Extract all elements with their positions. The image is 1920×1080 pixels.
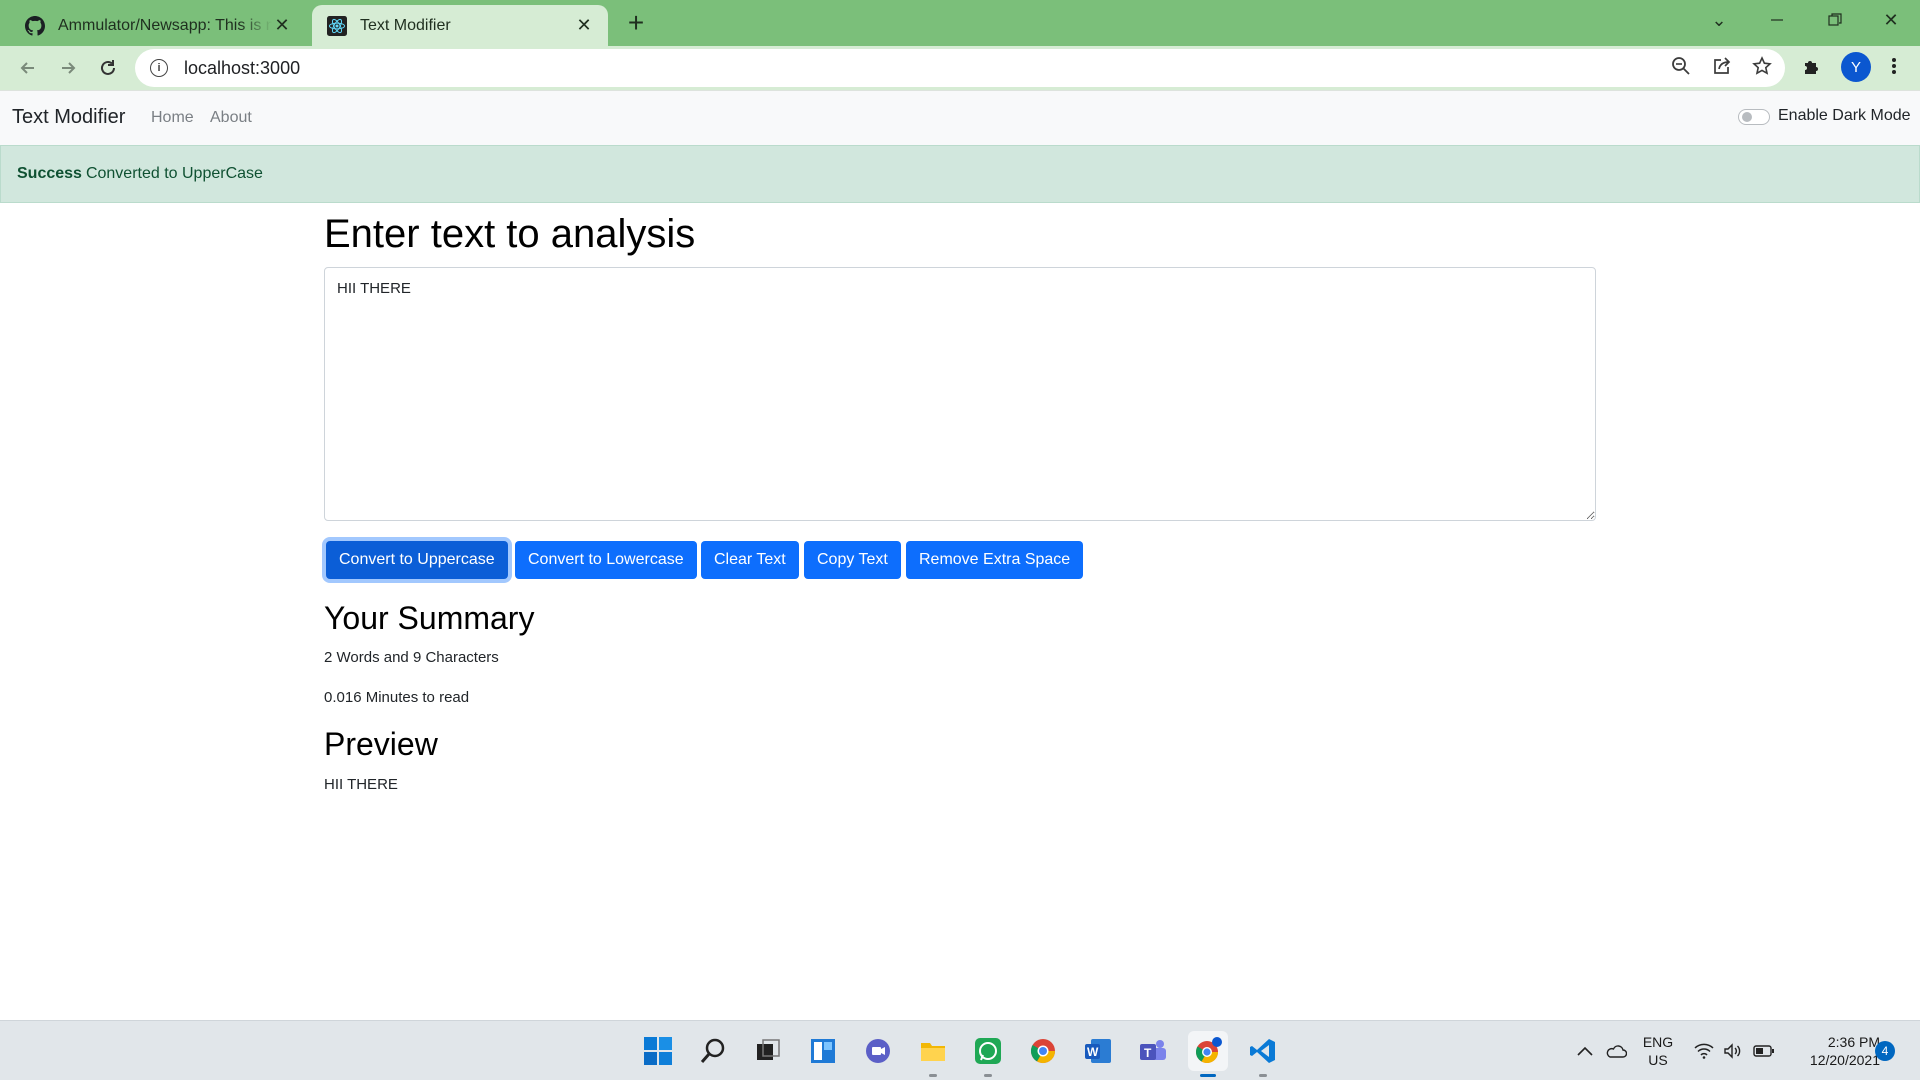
convert-uppercase-button[interactable]: Convert to Uppercase: [326, 541, 508, 579]
reload-icon[interactable]: [92, 52, 124, 84]
navbar-brand[interactable]: Text Modifier: [12, 106, 125, 129]
input-language[interactable]: ENG US: [1640, 1033, 1676, 1069]
system-clock[interactable]: 2:36 PM 12/20/2021: [1790, 1033, 1880, 1069]
region-code: US: [1648, 1052, 1668, 1068]
onedrive-cloud-icon[interactable]: [1604, 1021, 1628, 1080]
copy-text-button[interactable]: Copy Text: [804, 541, 901, 579]
menu-kebab-icon[interactable]: [1883, 55, 1905, 77]
forward-icon[interactable]: [52, 52, 84, 84]
nav-link-about[interactable]: About: [210, 109, 252, 127]
running-indicator: [1259, 1074, 1267, 1077]
chrome-profile-icon[interactable]: [1188, 1031, 1228, 1077]
running-indicator: [984, 1074, 992, 1077]
summary-counts: 2 Words and 9 Characters: [324, 649, 499, 666]
github-icon: [24, 15, 46, 37]
show-hidden-icons-chevron-icon[interactable]: [1574, 1021, 1596, 1080]
start-icon[interactable]: [638, 1031, 678, 1071]
vscode-icon[interactable]: [1243, 1031, 1283, 1077]
tab-title: Ammulator/Newsapp: This is new: [58, 16, 272, 34]
page-title: Enter text to analysis: [324, 212, 696, 256]
svg-text:W: W: [1087, 1045, 1099, 1059]
convert-lowercase-button[interactable]: Convert to Lowercase: [515, 541, 697, 579]
new-tab-button[interactable]: +: [620, 8, 652, 40]
app-navbar: Text Modifier Home About Enable Dark Mod…: [0, 90, 1920, 145]
clock-date: 12/20/2021: [1809, 1052, 1880, 1068]
tab-newsapp[interactable]: Ammulator/Newsapp: This is new ✕: [10, 5, 306, 46]
site-info-icon[interactable]: i: [150, 59, 168, 77]
close-tab-icon[interactable]: ✕: [272, 15, 292, 36]
wifi-icon[interactable]: [1693, 1021, 1715, 1080]
bookmark-star-icon[interactable]: [1751, 55, 1773, 77]
react-icon: [326, 15, 348, 37]
nav-link-home[interactable]: Home: [151, 109, 194, 127]
share-icon[interactable]: [1711, 55, 1733, 77]
summary-read-time: 0.016 Minutes to read: [324, 689, 470, 706]
widgets-icon[interactable]: [803, 1031, 843, 1071]
zoom-icon[interactable]: [1670, 55, 1692, 77]
preview-text: HII THERE: [324, 776, 398, 793]
minimize-icon[interactable]: [1748, 0, 1806, 40]
extensions-icon[interactable]: [1801, 55, 1823, 77]
notification-count-badge[interactable]: 4: [1875, 1041, 1895, 1061]
search-icon[interactable]: [693, 1031, 733, 1071]
text-input-area[interactable]: HII THERE: [324, 267, 1596, 521]
dark-mode-toggle[interactable]: [1738, 109, 1770, 125]
word-icon[interactable]: W: [1078, 1031, 1118, 1071]
running-indicator: [929, 1074, 937, 1077]
url-text: localhost:3000: [184, 57, 301, 78]
tab-text-modifier[interactable]: Text Modifier ✕: [312, 5, 608, 46]
tab-search-icon[interactable]: ⌄: [1690, 0, 1748, 40]
language-code: ENG: [1642, 1034, 1674, 1050]
task-view-icon[interactable]: [748, 1031, 788, 1071]
file-explorer-icon[interactable]: [913, 1031, 953, 1077]
back-icon[interactable]: [12, 52, 44, 84]
success-alert: Success Converted to UpperCase: [0, 145, 1920, 203]
preview-heading: Preview: [324, 726, 438, 762]
chat-icon[interactable]: [858, 1031, 898, 1071]
remove-extra-space-button[interactable]: Remove Extra Space: [906, 541, 1084, 579]
teams-icon[interactable]: T: [1133, 1031, 1173, 1071]
alert-message: Converted to UpperCase: [85, 165, 263, 182]
clear-text-button[interactable]: Clear Text: [701, 541, 799, 579]
tab-title: Text Modifier: [360, 16, 451, 34]
active-indicator: [1200, 1074, 1216, 1077]
profile-avatar[interactable]: Y: [1841, 52, 1871, 82]
address-bar[interactable]: i localhost:3000: [135, 49, 1785, 87]
chrome-icon[interactable]: [1023, 1031, 1063, 1071]
whatsapp-icon[interactable]: [968, 1031, 1008, 1077]
windows-taskbar: W T ENG US 2:36 PM 12/20/2021 4: [0, 1020, 1920, 1080]
summary-heading: Your Summary: [324, 600, 535, 636]
close-tab-icon[interactable]: ✕: [574, 15, 594, 36]
volume-icon[interactable]: [1722, 1021, 1744, 1080]
toggle-knob: [1742, 112, 1752, 122]
browser-tab-strip: Ammulator/Newsapp: This is new ✕ Text Mo…: [0, 0, 1920, 46]
restore-icon[interactable]: [1806, 0, 1864, 40]
svg-text:T: T: [1144, 1046, 1152, 1060]
battery-icon[interactable]: [1752, 1021, 1776, 1080]
alert-type: Success: [17, 165, 82, 182]
clock-time: 2:36 PM: [1827, 1034, 1880, 1050]
close-window-icon[interactable]: ✕: [1862, 0, 1920, 40]
dark-mode-label[interactable]: Enable Dark Mode: [1778, 107, 1911, 125]
browser-toolbar: i localhost:3000 Y: [0, 46, 1920, 90]
